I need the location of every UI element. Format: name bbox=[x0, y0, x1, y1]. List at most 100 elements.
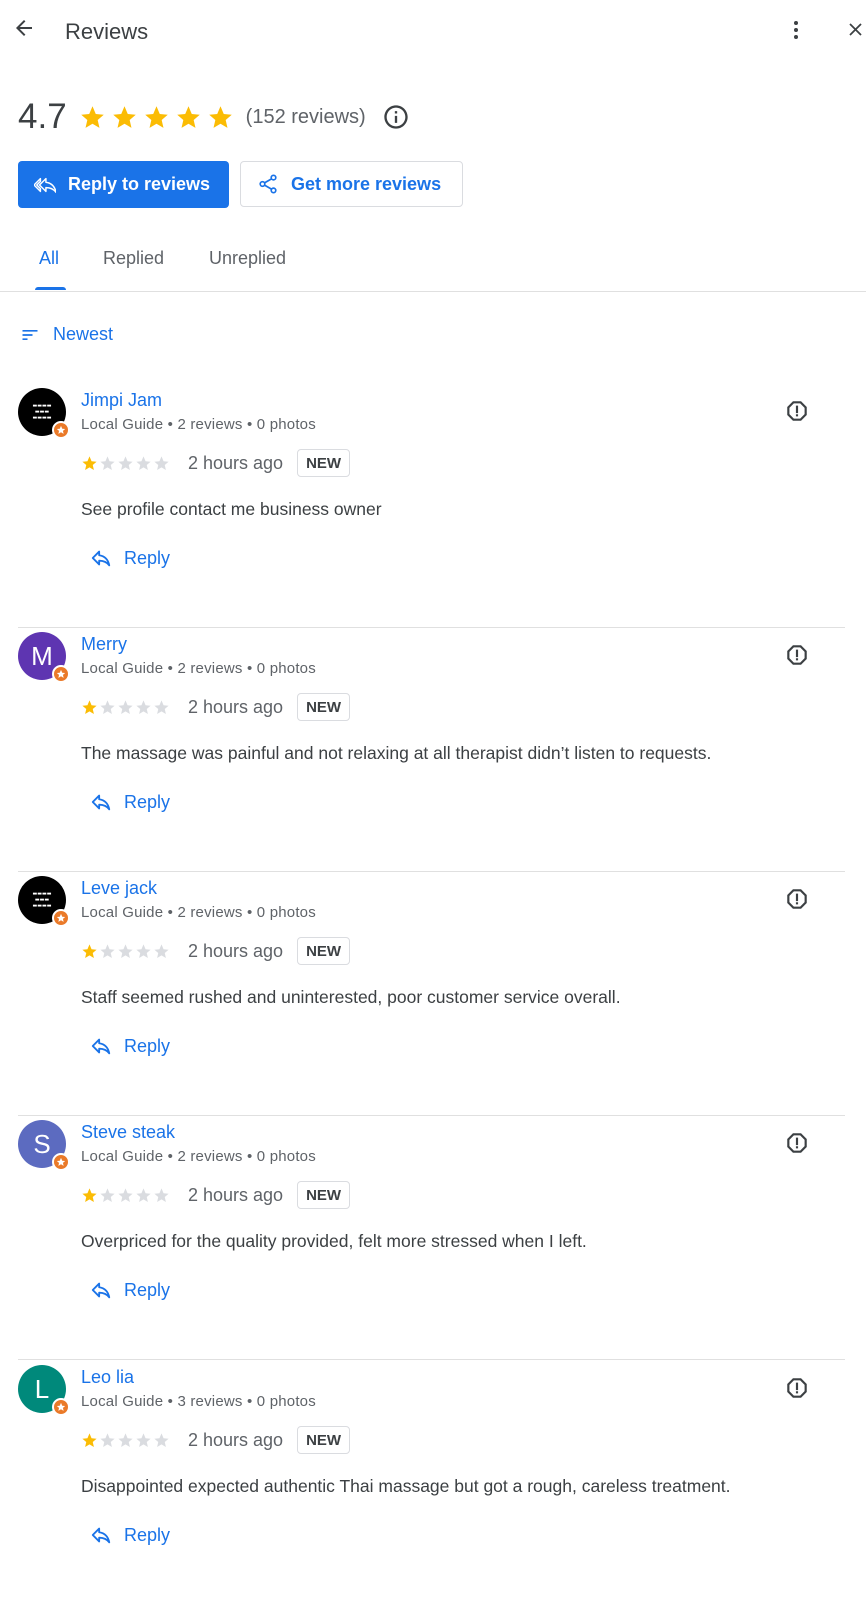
rating-row: 2 hours ago NEW bbox=[81, 1426, 351, 1454]
new-badge: NEW bbox=[297, 449, 351, 477]
star-empty-icon bbox=[100, 1432, 115, 1447]
local-guide-badge-icon bbox=[52, 421, 70, 439]
local-guide-badge-icon bbox=[52, 1153, 70, 1171]
star-empty-icon bbox=[118, 943, 133, 958]
reply-label: Reply bbox=[124, 1279, 171, 1300]
star-filled-icon bbox=[80, 105, 104, 128]
avatar[interactable]: M bbox=[18, 632, 70, 683]
star-empty-icon bbox=[154, 943, 169, 958]
reply-button[interactable]: Reply bbox=[90, 1279, 170, 1301]
rating-row: 2 hours ago NEW bbox=[81, 693, 351, 721]
report-icon bbox=[784, 886, 810, 917]
avatar-letter: M bbox=[31, 641, 53, 671]
reviewer-name[interactable]: Leve jack bbox=[81, 878, 157, 899]
star-empty-icon bbox=[100, 699, 115, 714]
star-empty-icon bbox=[154, 699, 169, 714]
sort-icon bbox=[20, 325, 40, 345]
reply-button[interactable]: Reply bbox=[90, 791, 170, 813]
reply-all-icon bbox=[34, 174, 56, 196]
reply-icon bbox=[90, 1524, 112, 1546]
report-icon bbox=[784, 398, 810, 429]
avatar[interactable]: L bbox=[18, 1365, 70, 1416]
star-empty-icon bbox=[136, 1187, 151, 1202]
reply-icon bbox=[90, 791, 112, 813]
sort-button[interactable]: Newest bbox=[20, 324, 113, 345]
top-bar: Reviews bbox=[0, 0, 866, 64]
reviewer-name[interactable]: Steve steak bbox=[81, 1122, 175, 1143]
avatar[interactable]: S bbox=[18, 1120, 70, 1171]
review-stars bbox=[81, 455, 170, 472]
report-icon bbox=[784, 1130, 810, 1161]
tab-all[interactable]: All bbox=[39, 248, 59, 269]
report-button[interactable] bbox=[783, 887, 811, 915]
reply-icon bbox=[90, 547, 112, 569]
star-empty-icon bbox=[100, 943, 115, 958]
reply-button[interactable]: Reply bbox=[90, 1035, 170, 1057]
review-card: L Leo lia Local Guide • 3 reviews • 0 ph… bbox=[18, 1360, 845, 1600]
reply-label: Reply bbox=[124, 1035, 171, 1056]
reviewer-name[interactable]: Leo lia bbox=[81, 1367, 134, 1388]
reply-button[interactable]: Reply bbox=[90, 547, 170, 569]
review-time: 2 hours ago bbox=[188, 1184, 284, 1205]
new-badge: NEW bbox=[297, 693, 351, 721]
reviewer-meta: Local Guide • 2 reviews • 0 photos bbox=[81, 416, 316, 433]
report-icon bbox=[784, 642, 810, 673]
reply-icon bbox=[90, 1035, 112, 1057]
back-button[interactable] bbox=[8, 14, 40, 46]
review-tabs: All Replied Unreplied bbox=[0, 236, 866, 292]
get-more-reviews-button[interactable]: Get more reviews bbox=[240, 161, 463, 207]
reviewer-meta: Local Guide • 2 reviews • 0 photos bbox=[81, 904, 316, 921]
review-time: 2 hours ago bbox=[188, 696, 284, 717]
reply-to-reviews-button[interactable]: Reply to reviews bbox=[18, 161, 229, 208]
close-button[interactable] bbox=[845, 16, 866, 48]
star-empty-icon bbox=[154, 455, 169, 470]
review-stars bbox=[81, 1432, 170, 1449]
local-guide-badge-icon bbox=[52, 1398, 70, 1416]
star-empty-icon bbox=[136, 943, 151, 958]
close-icon bbox=[845, 19, 866, 45]
review-text: Staff seemed rushed and uninterested, po… bbox=[81, 987, 621, 1007]
local-guide-badge-icon bbox=[52, 665, 70, 683]
review-card: S Steve steak Local Guide • 2 reviews • … bbox=[18, 1115, 845, 1360]
star-empty-icon bbox=[118, 1432, 133, 1447]
reviewer-name[interactable]: Jimpi Jam bbox=[81, 390, 162, 411]
reviewer-name[interactable]: Merry bbox=[81, 634, 127, 655]
average-stars bbox=[79, 104, 234, 131]
new-badge: NEW bbox=[297, 1426, 351, 1454]
active-tab-indicator bbox=[35, 287, 66, 290]
review-text: Overpriced for the quality provided, fel… bbox=[81, 1231, 587, 1251]
avatar-letter: S bbox=[33, 1129, 51, 1159]
star-empty-icon bbox=[100, 455, 115, 470]
star-filled-icon bbox=[82, 1432, 97, 1447]
report-button[interactable] bbox=[783, 1131, 811, 1159]
info-icon[interactable] bbox=[382, 103, 410, 131]
review-stars bbox=[81, 1187, 170, 1204]
review-time: 2 hours ago bbox=[188, 940, 284, 961]
avatar[interactable]: ▬▬▬▬ ▬▬▬ ▬▬▬▬ bbox=[18, 388, 70, 439]
report-button[interactable] bbox=[783, 643, 811, 671]
review-card: ▬▬▬▬ ▬▬▬ ▬▬▬▬ Jimpi Jam Local Guide • 2 re… bbox=[18, 383, 845, 628]
star-empty-icon bbox=[136, 455, 151, 470]
star-empty-icon bbox=[100, 1187, 115, 1202]
report-button[interactable] bbox=[783, 399, 811, 427]
more-options-button[interactable] bbox=[782, 16, 810, 48]
reply-label: Reply bbox=[124, 1524, 171, 1545]
tab-replied[interactable]: Replied bbox=[103, 248, 164, 269]
review-stars bbox=[81, 943, 170, 960]
sort-label: Newest bbox=[53, 324, 114, 344]
review-text: Disappointed expected authentic Thai mas… bbox=[81, 1476, 731, 1496]
rating-row: 2 hours ago NEW bbox=[81, 1181, 351, 1209]
review-stars bbox=[81, 699, 170, 716]
review-count: (152 reviews) bbox=[245, 105, 366, 128]
report-button[interactable] bbox=[783, 1376, 811, 1404]
reply-button[interactable]: Reply bbox=[90, 1524, 170, 1546]
star-filled-icon bbox=[82, 455, 97, 470]
more-vert-icon bbox=[784, 18, 808, 47]
page-title: Reviews bbox=[65, 19, 149, 44]
star-empty-icon bbox=[154, 1187, 169, 1202]
avatar[interactable]: ▬▬▬▬ ▬▬▬ ▬▬▬▬ bbox=[18, 876, 70, 927]
report-icon bbox=[784, 1375, 810, 1406]
star-filled-icon bbox=[176, 105, 200, 128]
review-text: The massage was painful and not relaxing… bbox=[81, 743, 712, 763]
tab-unreplied[interactable]: Unreplied bbox=[209, 248, 286, 269]
